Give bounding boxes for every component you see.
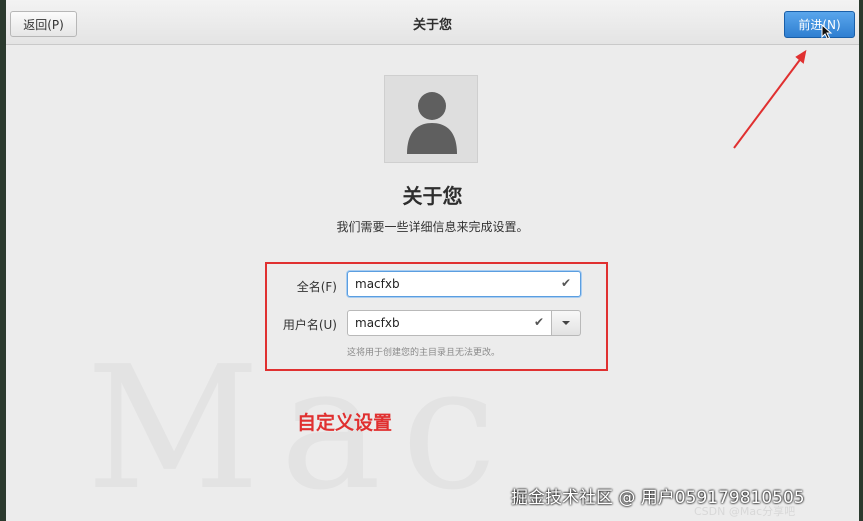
annotation-arrow [733,49,807,149]
source-watermark: 掘金技术社区 @ 用户059179810505 [511,488,805,508]
setup-window: Mac 返回(P) 关于您 前进(N) 关于您 我们需要一些详细信息来完成设置。… [6,0,859,521]
